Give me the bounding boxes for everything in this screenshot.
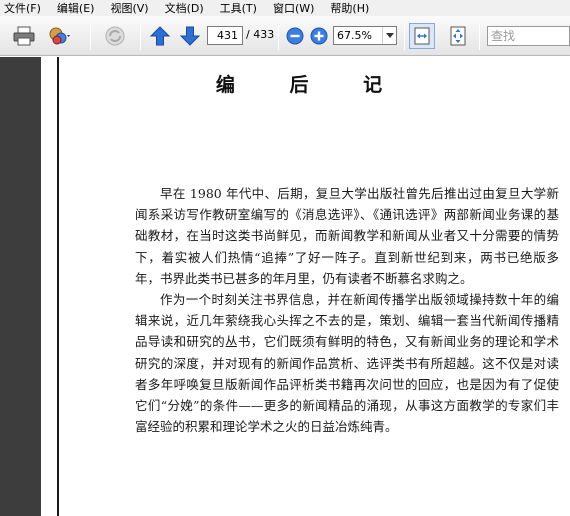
search-input[interactable]: 查找 bbox=[487, 26, 570, 46]
zoom-value[interactable]: 67.5% bbox=[334, 27, 382, 44]
page-title: 编 后 记 bbox=[215, 74, 407, 96]
plus-circle-icon bbox=[310, 27, 328, 45]
previous-page-button[interactable] bbox=[148, 25, 172, 47]
toolbar-separator bbox=[278, 24, 279, 50]
fit-page-button[interactable] bbox=[446, 25, 470, 47]
minus-circle-icon bbox=[286, 27, 304, 45]
navigation-panel[interactable] bbox=[0, 57, 41, 516]
paragraph: 早在 1980 年代中、后期，复旦大学出版社曾先后推出过由复旦大学新闻系采访写作… bbox=[135, 186, 559, 286]
page-number-input[interactable]: 431 bbox=[207, 26, 243, 45]
share-button[interactable] bbox=[48, 25, 72, 47]
toolbar-separator bbox=[404, 24, 405, 50]
arrow-down-icon bbox=[179, 26, 201, 46]
fit-width-button[interactable] bbox=[409, 23, 435, 49]
menu-edit[interactable]: 编辑(E) bbox=[53, 0, 95, 16]
next-page-button[interactable] bbox=[178, 25, 202, 47]
toolbar-separator bbox=[479, 24, 480, 50]
toolbar-separator bbox=[90, 24, 91, 50]
zoom-out-button[interactable] bbox=[283, 25, 307, 47]
menu-help[interactable]: 帮助(H) bbox=[326, 0, 369, 16]
menu-document[interactable]: 文档(D) bbox=[161, 0, 204, 16]
paragraph: 作为一个时刻关注书界信息，并在新闻传播学出版领域操持数十年的编辑来说，近几年萦绕… bbox=[135, 292, 559, 435]
printer-icon bbox=[13, 26, 35, 46]
document-page: 编 后 记 早在 1980 年代中、后期，复旦大学出版社曾先后推出过由复旦大学新… bbox=[61, 57, 570, 516]
page-total: / 433 bbox=[246, 28, 275, 41]
menu-file[interactable]: 文件(F) bbox=[0, 0, 41, 16]
zoom-in-button[interactable] bbox=[307, 25, 331, 47]
fit-page-icon bbox=[450, 26, 466, 46]
menu-window[interactable]: 窗口(W) bbox=[269, 0, 314, 16]
document-body: 早在 1980 年代中、后期，复旦大学出版社曾先后推出过由复旦大学新闻系采访写作… bbox=[135, 183, 559, 437]
arrow-up-icon bbox=[149, 26, 171, 46]
menu-tools[interactable]: 工具(T) bbox=[216, 0, 257, 16]
fit-width-icon bbox=[414, 27, 430, 45]
toolbar: 431 / 433 67.5% 查找 bbox=[0, 16, 570, 56]
zoom-select[interactable]: 67.5% bbox=[333, 26, 397, 45]
print-button[interactable] bbox=[12, 25, 36, 47]
sync-icon bbox=[105, 26, 125, 46]
previous-page-edge bbox=[41, 57, 59, 516]
sync-button[interactable] bbox=[103, 25, 127, 47]
menu-bar: 文件(F) 编辑(E) 视图(V) 文档(D) 工具(T) 窗口(W) 帮助(H… bbox=[0, 0, 570, 16]
share-icon bbox=[49, 27, 70, 45]
toolbar-separator bbox=[140, 24, 141, 50]
chevron-down-icon[interactable] bbox=[382, 27, 396, 44]
menu-view[interactable]: 视图(V) bbox=[106, 0, 148, 16]
